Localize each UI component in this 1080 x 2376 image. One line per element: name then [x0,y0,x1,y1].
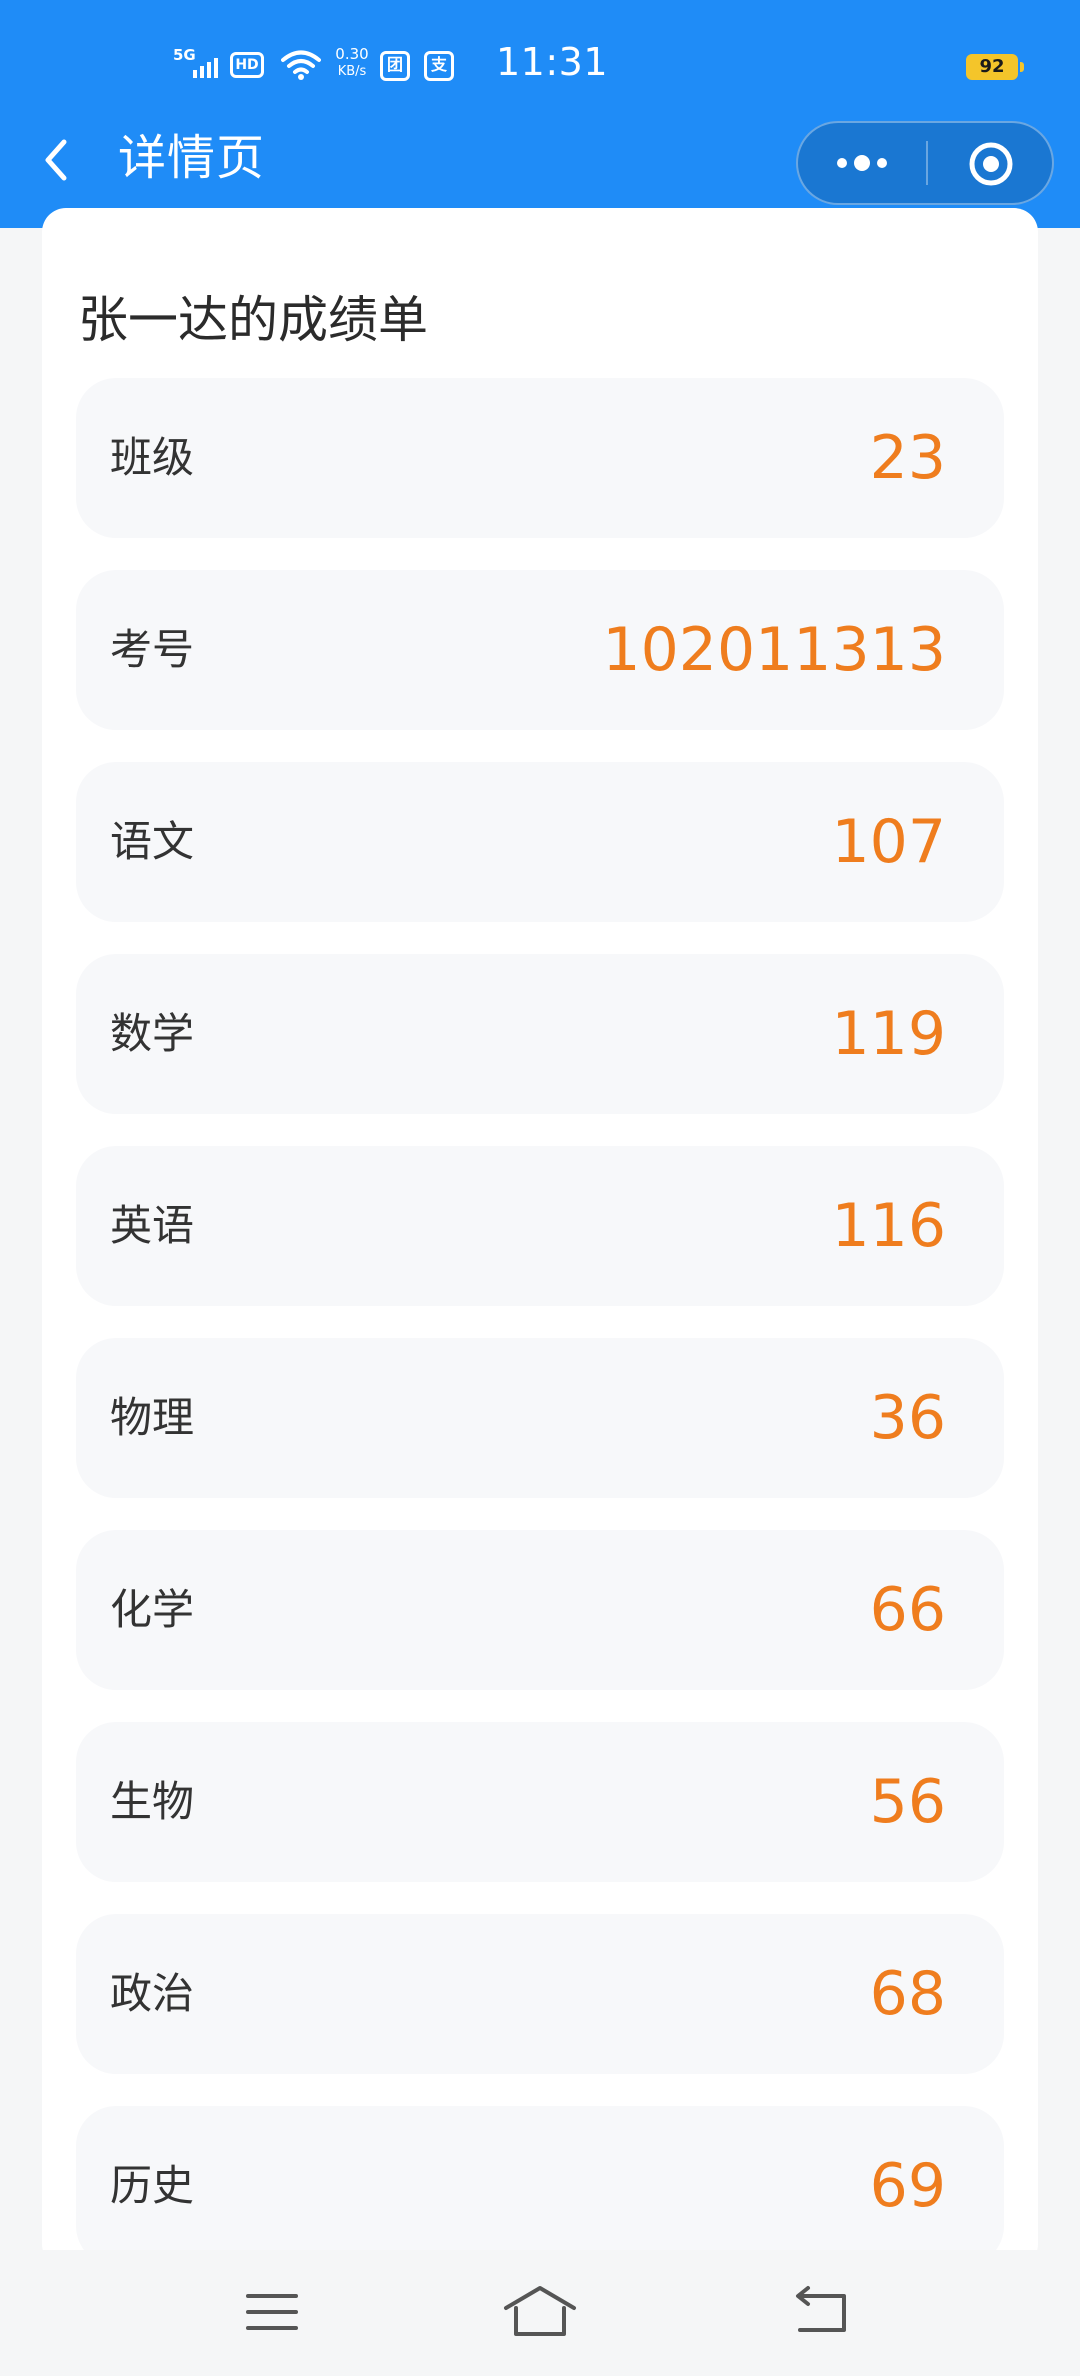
row-value: 102011313 [602,615,946,685]
row-history: 历史 69 [76,2106,1004,2266]
row-label: 政治 [110,1969,195,2018]
row-chinese: 语文 107 [76,762,1004,922]
wifi-icon [281,50,321,80]
row-chemistry: 化学 66 [76,1530,1004,1690]
row-label: 物理 [110,1393,195,1442]
battery-indicator: 92 [966,54,1024,80]
menu-button[interactable] [222,2272,322,2352]
row-math: 数学 119 [76,954,1004,1114]
meituan-notification-icon: 团 [380,51,410,81]
row-label: 英语 [110,1201,195,1250]
row-label: 数学 [110,1009,195,1058]
row-label: 生物 [110,1777,195,1826]
page-title: 详情页 [118,130,266,186]
status-bar: 5G HD 0.30 KB/s 团 支 11:31 92 [0,0,1080,120]
network-speed-unit: KB/s [337,64,367,79]
signal-icon: 5G [173,46,218,78]
row-label: 历史 [110,2161,195,2210]
row-value: 36 [869,1383,946,1453]
menu-icon [246,2294,298,2330]
row-english: 英语 116 [76,1146,1004,1306]
close-button[interactable] [928,123,1052,203]
network-speed: 0.30 KB/s [330,46,374,80]
miniprogram-capsule [796,121,1054,205]
network-speed-value: 0.30 [335,45,369,63]
back-button[interactable] [36,130,76,190]
row-label: 化学 [110,1585,195,1634]
back-icon [796,2286,846,2332]
top-header: 5G HD 0.30 KB/s 团 支 11:31 92 详情页 [0,0,1080,228]
hd-badge: HD [230,52,264,78]
alipay-notification-icon: 支 [424,51,454,81]
system-navigation-bar [0,2250,1080,2376]
row-value: 69 [869,2151,946,2221]
network-label: 5G [173,46,196,64]
row-label: 语文 [110,817,195,866]
score-card: 张一达的成绩单 班级 23 考号 102011313 语文 107 数学 119… [42,208,1038,2268]
row-value: 107 [831,807,946,877]
row-label: 班级 [110,433,195,482]
row-politics: 政治 68 [76,1914,1004,2074]
row-value: 66 [869,1575,946,1645]
row-exam-number: 考号 102011313 [76,570,1004,730]
card-title: 张一达的成绩单 [78,291,428,349]
row-label: 考号 [110,625,195,674]
more-dots-icon [837,155,887,171]
score-list: 班级 23 考号 102011313 语文 107 数学 119 英语 116 … [76,378,1004,2268]
row-value: 68 [869,1959,946,2029]
row-value: 56 [869,1767,946,1837]
row-physics: 物理 36 [76,1338,1004,1498]
system-back-button[interactable] [772,2272,872,2352]
target-close-icon [969,142,1013,186]
more-button[interactable] [798,123,926,203]
status-time: 11:31 [496,40,609,84]
chevron-left-icon [45,139,67,181]
row-value: 116 [831,1191,946,1261]
row-value: 23 [869,423,946,493]
home-icon [504,2286,576,2336]
row-class: 班级 23 [76,378,1004,538]
row-value: 119 [831,999,946,1069]
row-biology: 生物 56 [76,1722,1004,1882]
home-button[interactable] [490,2272,590,2352]
